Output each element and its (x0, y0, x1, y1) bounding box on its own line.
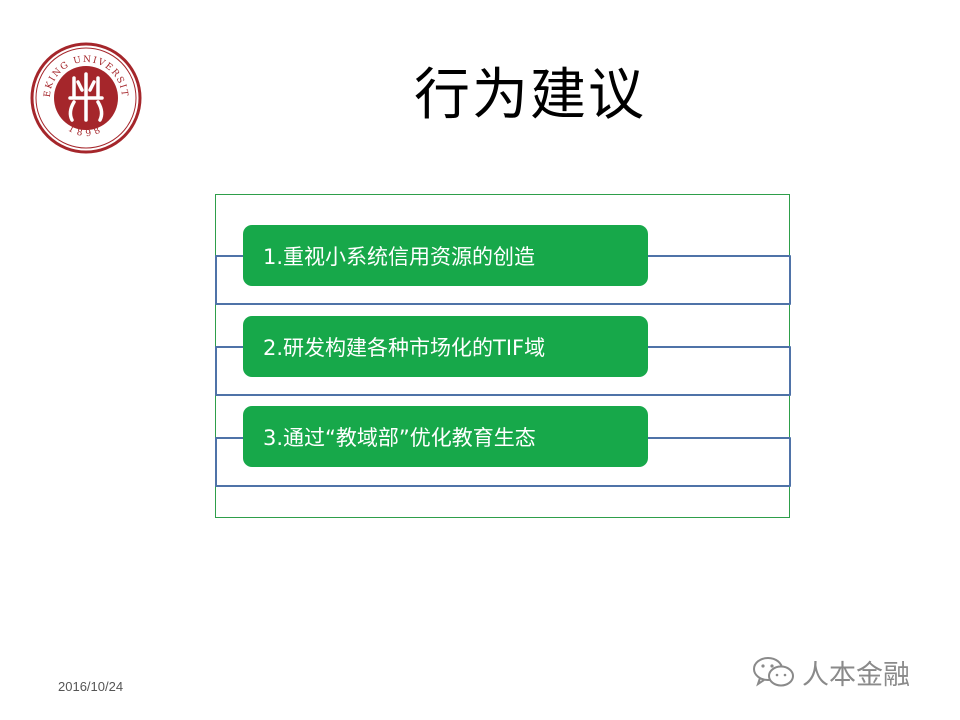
wechat-watermark: 人本金融 (752, 652, 910, 692)
university-logo: PEKING UNIVERSITY 1898 (25, 35, 142, 154)
slide-title: 行为建议 (414, 63, 646, 128)
recommendation-item-1: 1.重视小系统信用资源的创造 (243, 225, 648, 286)
recommendation-item-3: 3.通过“教域部”优化教育生态 (243, 406, 648, 467)
watermark-text: 人本金融 (802, 659, 910, 691)
slide-date: 2016/10/24 (58, 679, 124, 694)
recommendation-item-2: 2.研发构建各种市场化的TIF域 (243, 316, 648, 377)
peking-university-seal-icon: PEKING UNIVERSITY 1898 (25, 35, 142, 154)
wechat-icon (753, 657, 794, 687)
